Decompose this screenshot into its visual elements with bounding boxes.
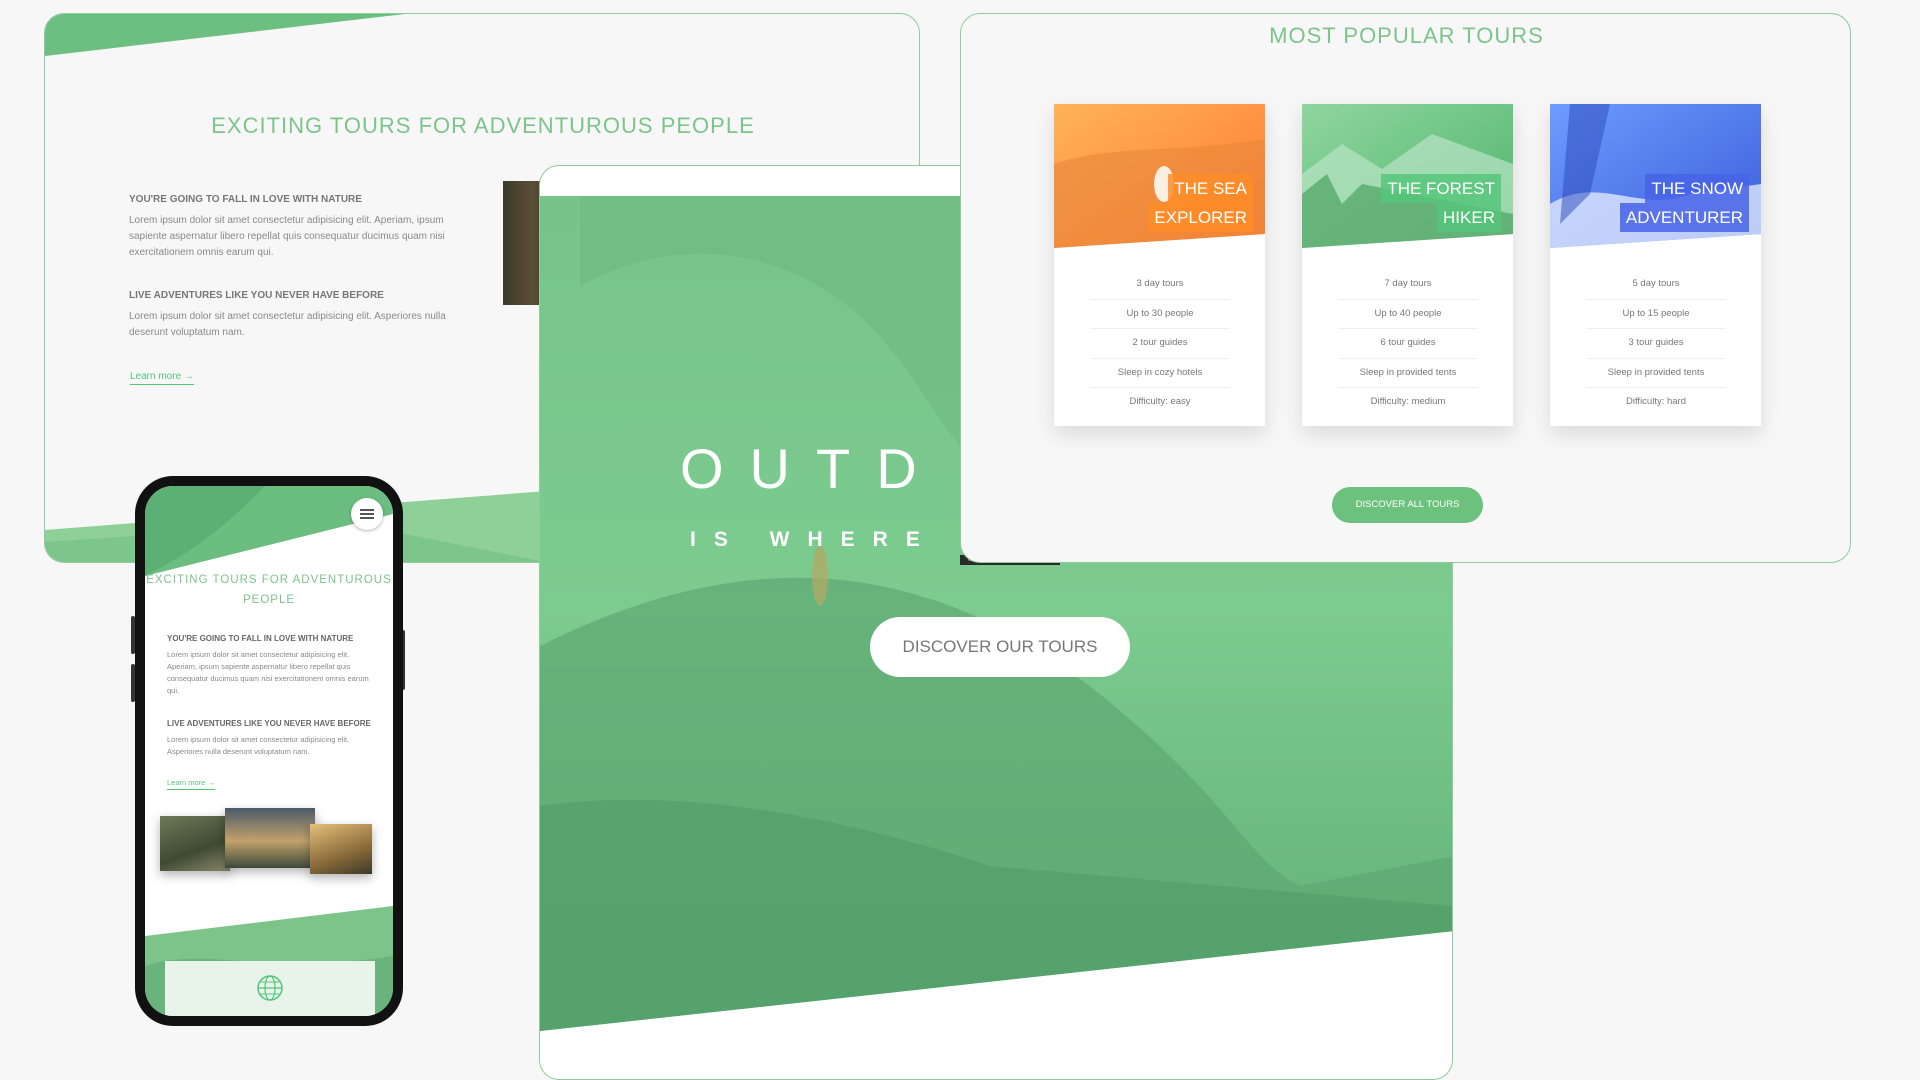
- about-block-heading: YOU'RE GOING TO FALL IN LOVE WITH NATURE: [129, 194, 362, 205]
- about-block-text: Lorem ipsum dolor sit amet consectetur a…: [129, 311, 446, 338]
- tour-card-forest-hiker[interactable]: THE FOREST HIKER 7 day tours Up to 40 pe…: [1302, 104, 1513, 426]
- tour-detail: Up to 40 people: [1338, 300, 1478, 330]
- phone-footer: [165, 961, 375, 1016]
- phone-learn-more-link[interactable]: Learn more →: [167, 778, 215, 790]
- tour-detail: Sleep in provided tents: [1338, 359, 1478, 389]
- discover-all-tours-button[interactable]: DISCOVER ALL TOURS: [1332, 487, 1483, 523]
- tour-name-line: EXPLORER: [1148, 203, 1253, 232]
- hero-subheading: IS WHERE L: [690, 528, 993, 551]
- tour-name: THE SNOW ADVENTURER: [1619, 174, 1749, 232]
- phone-block-text: Lorem ipsum dolor sit amet consectetur a…: [167, 650, 369, 695]
- top-green-wedge: [45, 14, 405, 56]
- phone-block-heading: YOU'RE GOING TO FALL IN LOVE WITH NATURE: [167, 634, 354, 643]
- tour-details-list: 3 day tours Up to 30 people 2 tour guide…: [1090, 270, 1230, 417]
- tour-name: THE SEA EXPLORER: [1148, 174, 1253, 232]
- tour-detail: Difficulty: easy: [1129, 396, 1191, 408]
- about-block-heading: LIVE ADVENTURES LIKE YOU NEVER HAVE BEFO…: [129, 290, 384, 301]
- phone-photo-2: [225, 808, 315, 868]
- tour-detail: 3 day tours: [1090, 270, 1230, 300]
- tour-detail: Sleep in cozy hotels: [1090, 359, 1230, 389]
- tour-detail: 7 day tours: [1338, 270, 1478, 300]
- tour-details-list: 5 day tours Up to 15 people 3 tour guide…: [1586, 270, 1726, 417]
- tour-name-line: THE FOREST: [1381, 174, 1501, 203]
- phone-block-text: Lorem ipsum dolor sit amet consectetur a…: [167, 735, 350, 756]
- tour-detail: 6 tour guides: [1338, 329, 1478, 359]
- hero-heading: OUTD: [680, 437, 943, 500]
- tours-title: MOST POPULAR TOURS: [1269, 23, 1544, 48]
- discover-our-tours-button[interactable]: DISCOVER OUR TOURS: [870, 617, 1130, 677]
- about-title: EXCITING TOURS FOR ADVENTUROUS PEOPLE: [211, 113, 755, 138]
- phone-photo-3: [310, 824, 372, 874]
- tour-name: THE FOREST HIKER: [1381, 174, 1501, 232]
- phone-mockup: EXCITING TOURS FOR ADVENTUROUS PEOPLE YO…: [135, 476, 403, 1026]
- tour-card-sea-explorer[interactable]: THE SEA EXPLORER 3 day tours Up to 30 pe…: [1054, 104, 1265, 426]
- globe-icon: [257, 975, 283, 1001]
- phone-block-heading: LIVE ADVENTURES LIKE YOU NEVER HAVE BEFO…: [167, 719, 371, 728]
- tour-details-list: 7 day tours Up to 40 people 6 tour guide…: [1338, 270, 1478, 417]
- about-block-1: YOU'RE GOING TO FALL IN LOVE WITH NATURE…: [129, 194, 459, 261]
- tour-detail: 3 tour guides: [1586, 329, 1726, 359]
- tour-name-line: THE SNOW: [1645, 174, 1749, 203]
- about-block-2: LIVE ADVENTURES LIKE YOU NEVER HAVE BEFO…: [129, 290, 459, 341]
- phone-screen: EXCITING TOURS FOR ADVENTUROUS PEOPLE YO…: [145, 486, 393, 1016]
- phone-about-block-2: LIVE ADVENTURES LIKE YOU NEVER HAVE BEFO…: [167, 719, 372, 758]
- tour-detail: Difficulty: hard: [1625, 396, 1686, 408]
- popular-tours-panel: MOST POPULAR TOURS THE SEA EXPLORER 3 da…: [960, 13, 1851, 563]
- learn-more-link[interactable]: Learn more →: [130, 371, 194, 385]
- tour-card-snow-adventurer[interactable]: THE SNOW ADVENTURER 5 day tours Up to 15…: [1550, 104, 1761, 426]
- phone-about-title: EXCITING TOURS FOR ADVENTUROUS PEOPLE: [146, 574, 392, 606]
- tour-detail: 2 tour guides: [1090, 329, 1230, 359]
- tour-name-line: THE SEA: [1168, 174, 1253, 203]
- tour-detail: Up to 30 people: [1090, 300, 1230, 330]
- tour-name-line: HIKER: [1437, 203, 1501, 232]
- phone-photo-1: [160, 816, 230, 871]
- hamburger-icon[interactable]: [351, 498, 383, 530]
- phone-about-block-1: YOU'RE GOING TO FALL IN LOVE WITH NATURE…: [167, 634, 372, 697]
- tour-detail: Sleep in provided tents: [1586, 359, 1726, 389]
- tour-detail: Difficulty: medium: [1370, 396, 1446, 408]
- tour-name-line: ADVENTURER: [1619, 203, 1749, 232]
- about-block-text: Lorem ipsum dolor sit amet consectetur a…: [129, 215, 445, 258]
- tour-detail: 5 day tours: [1586, 270, 1726, 300]
- tour-detail: Up to 15 people: [1586, 300, 1726, 330]
